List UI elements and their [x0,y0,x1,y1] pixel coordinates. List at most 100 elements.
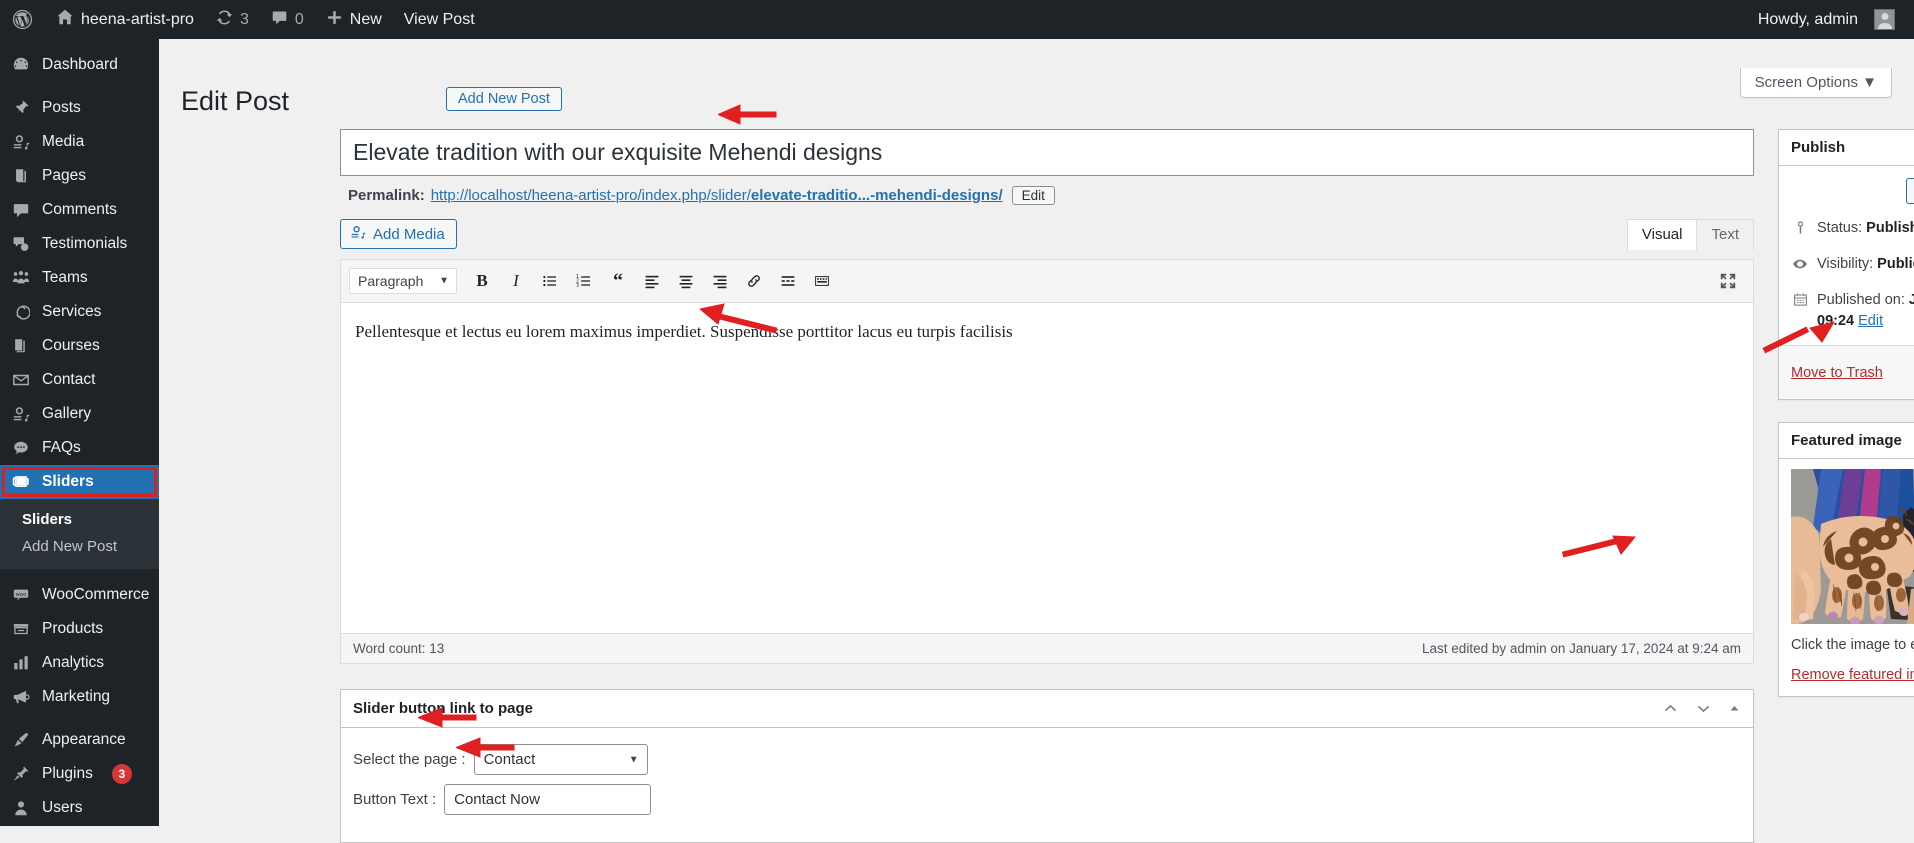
marketing-megaphone-icon [11,687,31,707]
updates-menu[interactable]: 3 [205,0,260,39]
sidebar-item-label: Appearance [42,731,126,748]
sidebar-item-label: Pages [42,167,86,184]
align-center-icon[interactable] [671,266,701,296]
menu-spacer [0,82,159,91]
comment-bubble-icon [11,200,31,220]
new-content-menu[interactable]: New [315,0,393,39]
admin-menu-sidebar: Dashboard Posts Media Pages Comments Tes… [0,39,159,826]
comments-menu[interactable]: 0 [260,0,315,39]
sidebar-item-media[interactable]: Media [0,125,159,159]
editor-mode-tabs: Visual Text [1626,219,1754,250]
comment-bubble-icon [271,9,288,31]
permalink-link[interactable]: http://localhost/heena-artist-pro/index.… [431,187,1003,204]
sidebar-item-label: Courses [42,337,100,354]
visibility-value: Public [1877,255,1914,272]
wordpress-logo-menu[interactable] [0,0,45,39]
sidebar-item-dashboard[interactable]: Dashboard [0,48,159,82]
users-icon [11,798,31,818]
plus-icon [326,9,343,31]
sidebar-item-posts[interactable]: Posts [0,91,159,125]
tab-text[interactable]: Text [1696,219,1754,250]
sidebar-item-comments[interactable]: Comments [0,193,159,227]
new-label: New [349,10,382,28]
add-new-post-button[interactable]: Add New Post [446,87,562,111]
align-right-icon[interactable] [705,266,735,296]
status-row: Status: Published Edit [1791,218,1914,240]
sidebar-item-courses[interactable]: Courses [0,329,159,363]
sidebar-item-label: Teams [42,269,88,286]
add-media-button[interactable]: Add Media [340,219,457,249]
media-icon [350,224,366,244]
tab-visual[interactable]: Visual [1626,219,1698,250]
metabox-title: Slider button link to page [353,700,533,717]
remove-featured-image-link[interactable]: Remove featured image [1791,667,1914,683]
post-title-input[interactable] [340,129,1754,176]
publish-actions-bar: Move to Trash Update [1779,345,1914,399]
sidebar-item-pages[interactable]: Pages [0,159,159,193]
toolbar-toggle-icon[interactable] [807,266,837,296]
submenu-item-label: Sliders [22,511,73,528]
preview-changes-button[interactable]: Preview Changes [1906,178,1914,204]
sidebar-item-label: Plugins [42,765,93,782]
button-text-input[interactable] [444,784,652,815]
sidebar-item-woocommerce[interactable]: woo WooCommerce [0,578,159,612]
screen-options-toggle[interactable]: Screen Options ▼ [1739,68,1892,98]
editor-toolbar: Paragraph ▼ B I 123 “ [341,260,1753,303]
sidebar-item-label: Services [42,303,102,320]
featured-image-box: Featured image Click the image to Remove… [1778,422,1914,697]
featured-image-body: Click the image to edit or update Remove… [1779,459,1914,696]
submenu-item-add-new-post[interactable]: Add New Post [0,533,159,560]
view-post-menu[interactable]: View Post [393,0,486,39]
sidebar-item-label: Posts [42,99,81,116]
sidebar-item-services[interactable]: Services [0,295,159,329]
publish-box-header: Publish [1779,130,1914,166]
sidebar-item-label: Media [42,133,85,150]
bold-icon[interactable]: B [467,266,497,296]
eye-icon [1791,254,1809,272]
sidebar-item-sliders[interactable]: Sliders [0,465,159,499]
numbered-list-icon[interactable]: 123 [569,266,599,296]
screen-options-label: Screen Options [1754,74,1858,91]
status-value: Published [1866,220,1914,236]
edit-permalink-button[interactable]: Edit [1011,186,1055,205]
sidebar-item-marketing[interactable]: Marketing [0,680,159,714]
sidebar-item-products[interactable]: Products [0,612,159,646]
menu-spacer [0,39,159,48]
blockquote-icon[interactable]: “ [603,266,633,296]
move-down-icon[interactable] [1695,700,1712,717]
sidebar-item-gallery[interactable]: Gallery [0,397,159,431]
read-more-icon[interactable] [773,266,803,296]
editor-content-area[interactable]: Pellentesque et lectus eu lorem maximus … [341,303,1753,633]
bulleted-list-icon[interactable] [535,266,565,296]
products-icon [11,619,31,639]
published-on-row: Published on: Jan 17, 2024 at 09:24 Edit [1791,290,1914,334]
toggle-panel-icon[interactable] [1728,702,1741,715]
fullscreen-icon[interactable] [1713,266,1743,296]
sidebar-item-teams[interactable]: Teams [0,261,159,295]
site-name-menu[interactable]: heena-artist-pro [45,0,205,39]
move-up-icon[interactable] [1662,700,1679,717]
sidebar-item-appearance[interactable]: Appearance [0,723,159,757]
paragraph-format-select[interactable]: Paragraph [349,268,457,294]
italic-icon[interactable]: I [501,266,531,296]
svg-text:3: 3 [576,283,579,289]
analytics-icon [11,653,31,673]
sidebar-item-faqs[interactable]: FAQs [0,431,159,465]
sidebar-item-contact[interactable]: Contact [0,363,159,397]
page-title: Edit Post [181,86,290,116]
align-left-icon[interactable] [637,266,667,296]
insert-link-icon[interactable] [739,266,769,296]
sidebar-item-users[interactable]: Users [0,791,159,825]
dashboard-icon [11,55,31,75]
featured-image-thumbnail[interactable] [1791,469,1914,624]
featured-image-header: Featured image [1779,423,1914,459]
edit-published-link[interactable]: Edit [1858,313,1883,329]
submenu-item-sliders[interactable]: Sliders [0,506,159,533]
sidebar-item-testimonials[interactable]: Testimonials [0,227,159,261]
sidebar-item-analytics[interactable]: Analytics [0,646,159,680]
status-label: Status: [1817,220,1863,236]
my-account-menu[interactable]: Howdy, admin [1747,0,1906,39]
sidebar-item-plugins[interactable]: Plugins 3 [0,757,159,791]
select-page-dropdown[interactable]: Contact [473,744,648,775]
move-to-trash-link[interactable]: Move to Trash [1791,365,1883,381]
